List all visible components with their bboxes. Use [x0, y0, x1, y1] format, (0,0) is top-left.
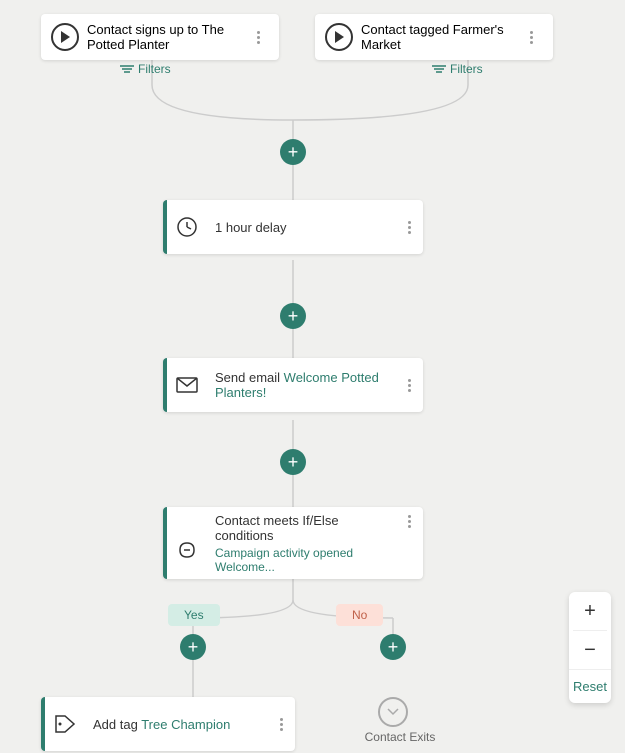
- contact-exits-label: Contact Exits: [360, 730, 440, 744]
- email-text: Send email Welcome Potted Planters!: [207, 360, 395, 410]
- tag-icon: [45, 697, 85, 751]
- add-step-btn-no[interactable]: +: [380, 634, 406, 660]
- delay-card[interactable]: 1 hour delay: [163, 200, 423, 254]
- delay-text: 1 hour delay: [207, 210, 395, 245]
- trigger-link-1: The Potted Planter: [87, 22, 224, 52]
- delay-menu[interactable]: [395, 200, 423, 254]
- yes-badge: Yes: [168, 604, 220, 626]
- trigger-icon-2: [325, 23, 353, 51]
- reset-button[interactable]: Reset: [569, 669, 611, 703]
- workflow-canvas: Contact signs up to The Potted Planter C…: [0, 0, 625, 753]
- no-badge: No: [336, 604, 383, 626]
- filter-label-2[interactable]: Filters: [432, 62, 483, 76]
- trigger-text-1: Contact signs up to The Potted Planter: [87, 22, 249, 52]
- condition-subtext: Campaign activity opened Welcome...: [215, 546, 387, 574]
- trigger-menu-2[interactable]: [519, 22, 543, 52]
- add-step-btn-3[interactable]: +: [280, 449, 306, 475]
- zoom-out-button[interactable]: −: [569, 631, 611, 669]
- email-card[interactable]: Send email Welcome Potted Planters!: [163, 358, 423, 412]
- add-step-btn-2[interactable]: +: [280, 303, 306, 329]
- add-step-btn-yes[interactable]: +: [180, 634, 206, 660]
- add-step-btn-1[interactable]: +: [280, 139, 306, 165]
- add-tag-text: Add tag Tree Champion: [85, 707, 267, 742]
- email-menu[interactable]: [395, 358, 423, 412]
- condition-menu[interactable]: [395, 507, 423, 528]
- contact-exits-icon: [378, 697, 408, 727]
- zoom-toolbar: + − Reset: [569, 592, 611, 703]
- email-icon: [167, 358, 207, 412]
- email-link: Welcome Potted Planters!: [215, 370, 379, 400]
- condition-text: Contact meets If/Else conditions Campaig…: [207, 503, 395, 584]
- trigger-menu-1[interactable]: [249, 22, 269, 52]
- condition-card[interactable]: Contact meets If/Else conditions Campaig…: [163, 507, 423, 579]
- trigger-link-2: Farmer's Market: [361, 22, 504, 52]
- trigger-text-2: Contact tagged Farmer's Market: [361, 22, 519, 52]
- trigger-card-1[interactable]: Contact signs up to The Potted Planter: [41, 14, 279, 60]
- filter-label-1[interactable]: Filters: [120, 62, 171, 76]
- trigger-card-2[interactable]: Contact tagged Farmer's Market: [315, 14, 553, 60]
- zoom-in-button[interactable]: +: [569, 592, 611, 630]
- if-else-icon: [167, 507, 207, 579]
- clock-icon: [167, 200, 207, 254]
- trigger-icon-1: [51, 23, 79, 51]
- add-tag-menu[interactable]: [267, 697, 295, 751]
- tag-link: Tree Champion: [141, 717, 230, 732]
- add-tag-card[interactable]: Add tag Tree Champion: [41, 697, 295, 751]
